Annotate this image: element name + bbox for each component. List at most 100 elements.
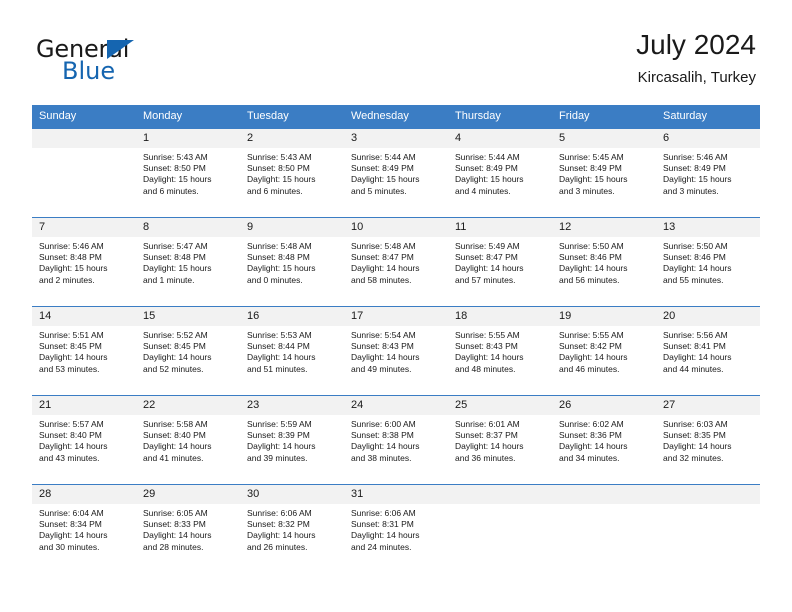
calendar-week-row: 14 Sunrise: 5:51 AM Sunset: 8:45 PM Dayligh… [32,306,760,395]
day-details: Sunrise: 6:05 AM Sunset: 8:33 PM Daylight:… [136,504,240,553]
sunset-text: Sunset: 8:45 PM [143,341,206,352]
calendar-day-cell[interactable]: 23 Sunrise: 5:59 AM Sunset: 8:39 PM Dayligh… [240,395,344,484]
daylight-text-line1: Daylight: 14 hours [351,263,420,274]
calendar-day-cell[interactable]: 22 Sunrise: 5:58 AM Sunset: 8:40 PM Dayligh… [136,395,240,484]
daylight-text-line2: and 3 minutes. [663,185,719,196]
calendar-body: 1 Sunrise: 5:43 AM Sunset: 8:50 PM Daylight… [32,128,760,573]
daylight-text-line2: and 26 minutes. [247,541,308,552]
calendar-day-cell[interactable]: 20 Sunrise: 5:56 AM Sunset: 8:41 PM Dayligh… [656,306,760,395]
day-details: Sunrise: 5:55 AM Sunset: 8:42 PM Daylight:… [552,326,656,375]
day-cell-inner: 2 Sunrise: 5:43 AM Sunset: 8:50 PM Daylight… [240,128,344,217]
calendar-day-cell[interactable]: 18 Sunrise: 5:55 AM Sunset: 8:43 PM Dayligh… [448,306,552,395]
day-number: 13 [656,218,760,237]
calendar-day-cell[interactable]: 1 Sunrise: 5:43 AM Sunset: 8:50 PM Daylight… [136,128,240,217]
general-blue-logo[interactable]: General Blue [36,36,256,88]
day-number: 6 [656,129,760,148]
calendar-day-cell[interactable]: 11 Sunrise: 5:49 AM Sunset: 8:47 PM Dayligh… [448,217,552,306]
sunset-text: Sunset: 8:42 PM [559,341,622,352]
calendar-day-cell[interactable]: 16 Sunrise: 5:53 AM Sunset: 8:44 PM Dayligh… [240,306,344,395]
sunrise-text: Sunrise: 5:45 AM [559,152,624,162]
calendar-day-cell[interactable]: 31 Sunrise: 6:06 AM Sunset: 8:31 PM Dayligh… [344,484,448,573]
sunrise-text: Sunrise: 5:52 AM [143,330,208,340]
calendar-day-cell[interactable]: 2 Sunrise: 5:43 AM Sunset: 8:50 PM Daylight… [240,128,344,217]
calendar-day-cell[interactable]: 12 Sunrise: 5:50 AM Sunset: 8:46 PM Dayligh… [552,217,656,306]
day-number: 28 [32,485,136,504]
title-block: July 2024 Kircasalih, Turkey [636,28,756,88]
day-details: Sunrise: 5:45 AM Sunset: 8:49 PM Daylight:… [552,148,656,197]
day-details: Sunrise: 5:59 AM Sunset: 8:39 PM Daylight:… [240,415,344,464]
daylight-text-line2: and 43 minutes. [39,452,100,463]
calendar-day-cell[interactable]: 5 Sunrise: 5:45 AM Sunset: 8:49 PM Daylight… [552,128,656,217]
sunrise-text: Sunrise: 5:57 AM [39,419,104,429]
calendar-day-cell[interactable]: 9 Sunrise: 5:48 AM Sunset: 8:48 PM Daylight… [240,217,344,306]
sunrise-text: Sunrise: 5:54 AM [351,330,416,340]
daylight-text-line1: Daylight: 14 hours [351,352,420,363]
calendar-day-cell[interactable]: 6 Sunrise: 5:46 AM Sunset: 8:49 PM Daylight… [656,128,760,217]
day-cell-inner: 21 Sunrise: 5:57 AM Sunset: 8:40 PM Dayligh… [32,395,136,484]
day-number [32,129,136,148]
sunset-text: Sunset: 8:47 PM [351,252,414,263]
daylight-text-line1: Daylight: 15 hours [247,263,316,274]
sunrise-text: Sunrise: 6:05 AM [143,508,208,518]
daylight-text-line1: Daylight: 15 hours [455,174,524,185]
calendar-day-cell[interactable]: 29 Sunrise: 6:05 AM Sunset: 8:33 PM Dayligh… [136,484,240,573]
day-cell-inner: 28 Sunrise: 6:04 AM Sunset: 8:34 PM Dayligh… [32,484,136,573]
calendar-day-cell[interactable]: 8 Sunrise: 5:47 AM Sunset: 8:48 PM Daylight… [136,217,240,306]
day-cell-inner: 29 Sunrise: 6:05 AM Sunset: 8:33 PM Dayligh… [136,484,240,573]
calendar-day-cell[interactable]: 15 Sunrise: 5:52 AM Sunset: 8:45 PM Dayligh… [136,306,240,395]
daylight-text-line2: and 1 minute. [143,274,195,285]
calendar-empty-cell [656,484,760,573]
sunrise-text: Sunrise: 5:49 AM [455,241,520,251]
daylight-text-line2: and 6 minutes. [143,185,199,196]
sunset-text: Sunset: 8:34 PM [39,519,102,530]
sunrise-text: Sunrise: 5:43 AM [247,152,312,162]
sunrise-text: Sunrise: 6:02 AM [559,419,624,429]
calendar-day-cell[interactable]: 28 Sunrise: 6:04 AM Sunset: 8:34 PM Dayligh… [32,484,136,573]
sunset-text: Sunset: 8:36 PM [559,430,622,441]
day-details: Sunrise: 6:01 AM Sunset: 8:37 PM Daylight:… [448,415,552,464]
daylight-text-line1: Daylight: 14 hours [39,530,108,541]
calendar-day-cell[interactable]: 30 Sunrise: 6:06 AM Sunset: 8:32 PM Dayligh… [240,484,344,573]
daylight-text-line2: and 49 minutes. [351,363,412,374]
calendar-day-cell[interactable]: 10 Sunrise: 5:48 AM Sunset: 8:47 PM Dayligh… [344,217,448,306]
day-details: Sunrise: 5:55 AM Sunset: 8:43 PM Daylight:… [448,326,552,375]
day-number: 20 [656,307,760,326]
day-cell-inner: 5 Sunrise: 5:45 AM Sunset: 8:49 PM Daylight… [552,128,656,217]
day-cell-inner: 12 Sunrise: 5:50 AM Sunset: 8:46 PM Dayligh… [552,217,656,306]
daylight-text-line1: Daylight: 15 hours [143,263,212,274]
day-number: 27 [656,396,760,415]
day-number: 26 [552,396,656,415]
sunrise-text: Sunrise: 5:44 AM [455,152,520,162]
day-cell-inner: 26 Sunrise: 6:02 AM Sunset: 8:36 PM Dayligh… [552,395,656,484]
sunrise-text: Sunrise: 5:59 AM [247,419,312,429]
sunset-text: Sunset: 8:31 PM [351,519,414,530]
day-details: Sunrise: 5:48 AM Sunset: 8:48 PM Daylight:… [240,237,344,286]
calendar-day-cell[interactable]: 13 Sunrise: 5:50 AM Sunset: 8:46 PM Dayligh… [656,217,760,306]
calendar-day-cell[interactable]: 24 Sunrise: 6:00 AM Sunset: 8:38 PM Dayligh… [344,395,448,484]
day-cell-inner: 15 Sunrise: 5:52 AM Sunset: 8:45 PM Dayligh… [136,306,240,395]
daylight-text-line1: Daylight: 14 hours [455,263,524,274]
day-number: 7 [32,218,136,237]
calendar-day-cell[interactable]: 4 Sunrise: 5:44 AM Sunset: 8:49 PM Daylight… [448,128,552,217]
day-details: Sunrise: 6:06 AM Sunset: 8:31 PM Daylight:… [344,504,448,553]
day-details: Sunrise: 5:43 AM Sunset: 8:50 PM Daylight:… [136,148,240,197]
calendar-day-cell[interactable]: 17 Sunrise: 5:54 AM Sunset: 8:43 PM Dayligh… [344,306,448,395]
calendar-day-cell[interactable]: 21 Sunrise: 5:57 AM Sunset: 8:40 PM Dayligh… [32,395,136,484]
day-details: Sunrise: 5:46 AM Sunset: 8:49 PM Daylight:… [656,148,760,197]
day-details: Sunrise: 5:44 AM Sunset: 8:49 PM Daylight:… [448,148,552,197]
calendar-day-cell[interactable]: 7 Sunrise: 5:46 AM Sunset: 8:48 PM Daylight… [32,217,136,306]
sunset-text: Sunset: 8:40 PM [39,430,102,441]
day-cell-inner [552,484,656,573]
calendar-day-cell[interactable]: 27 Sunrise: 6:03 AM Sunset: 8:35 PM Dayligh… [656,395,760,484]
day-number: 5 [552,129,656,148]
daylight-text-line1: Daylight: 14 hours [247,441,316,452]
calendar-day-cell[interactable]: 14 Sunrise: 5:51 AM Sunset: 8:45 PM Dayligh… [32,306,136,395]
calendar-day-cell[interactable]: 3 Sunrise: 5:44 AM Sunset: 8:49 PM Daylight… [344,128,448,217]
calendar-day-cell[interactable]: 26 Sunrise: 6:02 AM Sunset: 8:36 PM Dayligh… [552,395,656,484]
sunset-text: Sunset: 8:45 PM [39,341,102,352]
daylight-text-line2: and 6 minutes. [247,185,303,196]
sunrise-text: Sunrise: 5:56 AM [663,330,728,340]
daylight-text-line2: and 3 minutes. [559,185,615,196]
calendar-day-cell[interactable]: 19 Sunrise: 5:55 AM Sunset: 8:42 PM Dayligh… [552,306,656,395]
calendar-day-cell[interactable]: 25 Sunrise: 6:01 AM Sunset: 8:37 PM Dayligh… [448,395,552,484]
